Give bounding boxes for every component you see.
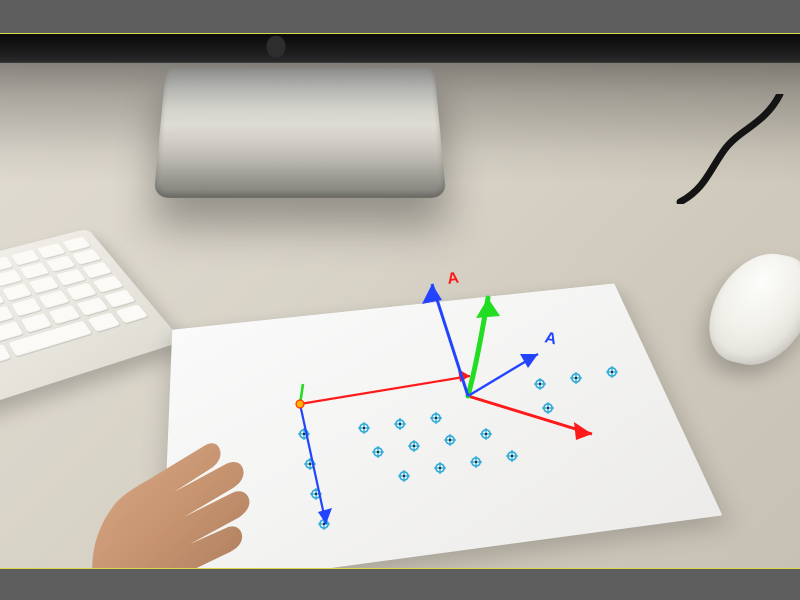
apple-logo-icon	[267, 36, 286, 58]
desk-cable	[670, 94, 790, 204]
user-hand	[58, 368, 338, 569]
image-frame: A A	[0, 33, 800, 569]
imac-bottom-bezel	[0, 34, 800, 63]
photo-scene: A A	[0, 34, 800, 568]
imac-stand	[154, 68, 447, 198]
